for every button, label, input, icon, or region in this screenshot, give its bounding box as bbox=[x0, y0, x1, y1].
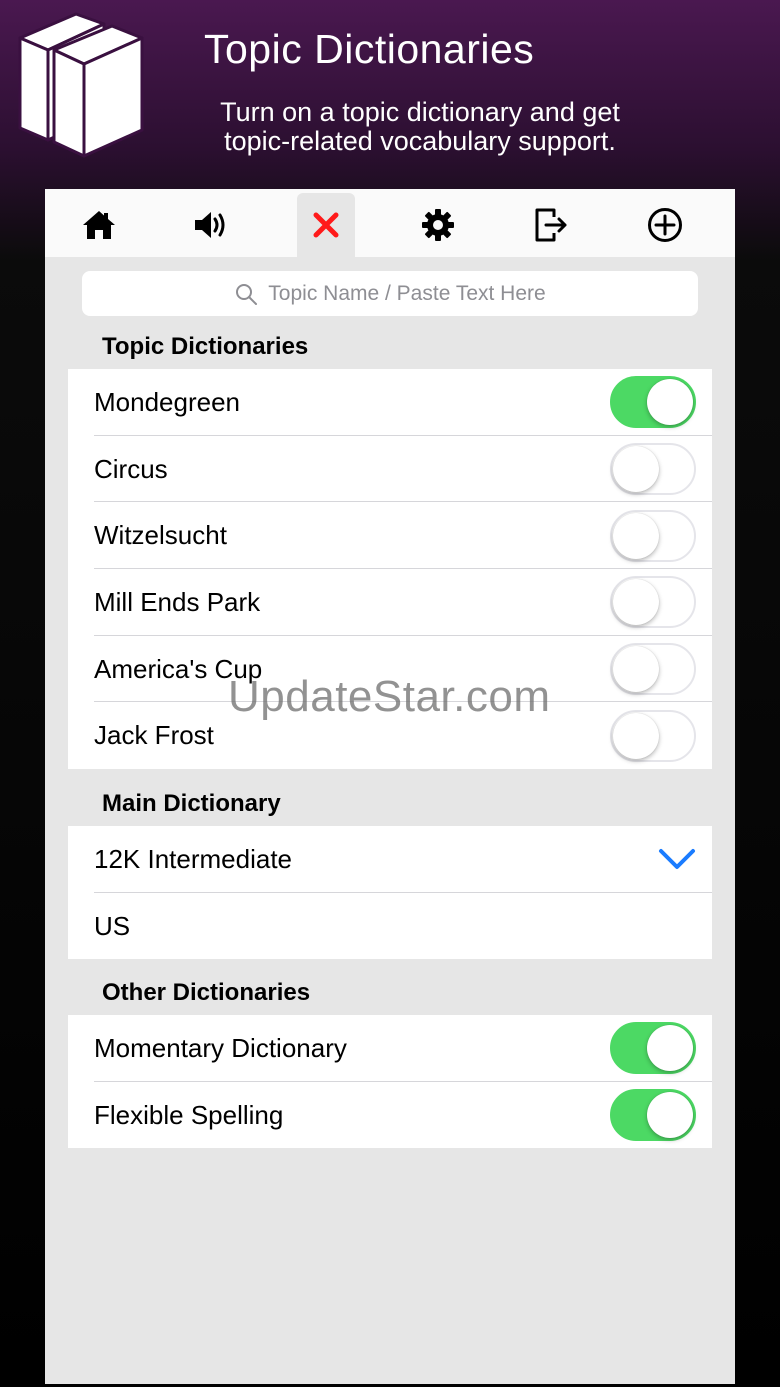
toggle-momentary-dictionary[interactable] bbox=[610, 1022, 696, 1075]
toggle-americas-cup[interactable] bbox=[610, 643, 696, 696]
list-item-mill-ends-park: Mill Ends Park bbox=[68, 569, 712, 636]
close-button[interactable] bbox=[297, 193, 355, 257]
home-icon bbox=[83, 211, 115, 239]
list-item-label: Momentary Dictionary bbox=[94, 1032, 347, 1063]
toggle-mondegreen[interactable] bbox=[610, 376, 696, 429]
section-title-topic: Topic Dictionaries bbox=[102, 333, 309, 360]
toggle-circus[interactable] bbox=[610, 443, 696, 496]
toggle-knob bbox=[647, 1092, 693, 1139]
list-item-mondegreen: Mondegreen bbox=[68, 369, 712, 436]
list-item-jack-frost: Jack Frost bbox=[68, 702, 712, 769]
settings-button[interactable] bbox=[409, 193, 467, 257]
list-item-label: Jack Frost bbox=[94, 720, 214, 751]
toggle-mill-ends-park[interactable] bbox=[610, 576, 696, 629]
list-item-momentary-dictionary: Momentary Dictionary bbox=[68, 1015, 712, 1082]
section-title-other: Other Dictionaries bbox=[102, 979, 311, 1006]
search-field[interactable]: Topic Name / Paste Text Here bbox=[82, 271, 698, 316]
list-item-witzelsucht: Witzelsucht bbox=[68, 502, 712, 570]
list-item-label: America's Cup bbox=[94, 653, 263, 684]
main-dictionary-list: 12K Intermediate US bbox=[68, 826, 712, 960]
topic-dictionaries-list: Mondegreen Circus Witzelsucht Mill Ends … bbox=[68, 369, 712, 770]
checkmark-icon bbox=[659, 849, 695, 870]
list-item-americas-cup: America's Cup bbox=[68, 636, 712, 703]
subtitle-line-1: Turn on a topic dictionary and get bbox=[220, 97, 620, 127]
books-icon bbox=[18, 12, 144, 158]
page-title: Topic Dictionaries bbox=[204, 26, 535, 72]
gear-icon bbox=[422, 209, 454, 241]
list-item-circus: Circus bbox=[68, 436, 712, 503]
list-item-label: Mill Ends Park bbox=[94, 586, 261, 617]
add-button[interactable] bbox=[636, 193, 694, 257]
toggle-flexible-spelling[interactable] bbox=[610, 1089, 696, 1142]
list-item-label: 12K Intermediate bbox=[94, 843, 293, 874]
close-icon bbox=[313, 212, 339, 238]
toggle-knob bbox=[647, 379, 693, 426]
list-item-us[interactable]: US bbox=[68, 893, 712, 960]
add-circle-icon bbox=[648, 208, 682, 242]
toggle-knob bbox=[613, 646, 659, 693]
home-button[interactable] bbox=[70, 193, 128, 257]
subtitle-line-2: topic-related vocabulary support. bbox=[224, 126, 616, 156]
list-item-label: US bbox=[94, 910, 131, 941]
list-item-12k-intermediate[interactable]: 12K Intermediate bbox=[68, 826, 712, 893]
header: Topic Dictionaries Turn on a topic dicti… bbox=[0, 0, 780, 189]
toggle-knob bbox=[613, 712, 659, 759]
export-button[interactable] bbox=[522, 193, 580, 257]
toggle-knob bbox=[613, 512, 659, 559]
speaker-icon bbox=[195, 212, 225, 238]
toggle-knob bbox=[647, 1025, 693, 1072]
toggle-witzelsucht[interactable] bbox=[610, 509, 696, 562]
toggle-jack-frost[interactable] bbox=[610, 709, 696, 762]
section-title-main: Main Dictionary bbox=[102, 790, 281, 817]
list-item-label: Flexible Spelling bbox=[94, 1099, 284, 1130]
other-dictionaries-list: Momentary Dictionary Flexible Spelling bbox=[68, 1015, 712, 1149]
list-item-label: Mondegreen bbox=[94, 386, 240, 417]
toolbar bbox=[45, 189, 735, 257]
page-subtitle: Turn on a topic dictionary and get topic… bbox=[170, 98, 670, 156]
export-icon bbox=[535, 208, 567, 242]
list-item-flexible-spelling: Flexible Spelling bbox=[68, 1082, 712, 1149]
toggle-knob bbox=[613, 579, 659, 626]
toggle-knob bbox=[613, 446, 659, 493]
speaker-button[interactable] bbox=[183, 193, 241, 257]
search-icon bbox=[236, 283, 258, 305]
list-item-label: Witzelsucht bbox=[94, 520, 227, 551]
search-placeholder: Topic Name / Paste Text Here bbox=[268, 281, 546, 305]
main-panel: Topic Name / Paste Text Here Topic Dicti… bbox=[45, 189, 735, 1384]
list-item-label: Circus bbox=[94, 453, 168, 484]
